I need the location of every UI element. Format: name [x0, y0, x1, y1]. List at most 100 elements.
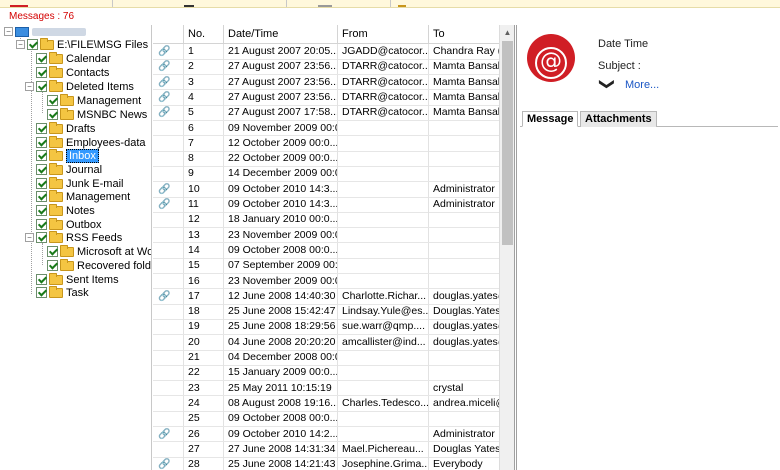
- cell-date: 08 August 2008 19:16...: [223, 395, 337, 411]
- column-attachment[interactable]: [153, 25, 183, 44]
- table-row[interactable]: 7 12 October 2009 00:0...: [153, 135, 499, 151]
- table-row[interactable]: 19 25 June 2008 18:29:56 sue.warr@qmp.... d…: [153, 319, 499, 335]
- table-row[interactable]: 25 09 October 2008 00:0...: [153, 411, 499, 427]
- checkbox-icon[interactable]: [47, 246, 58, 257]
- vertical-scrollbar[interactable]: ▲: [499, 25, 514, 470]
- cell-from: [337, 350, 428, 365]
- tree-item-notes[interactable]: Notes: [36, 203, 95, 217]
- table-row[interactable]: 8 22 October 2009 00:0...: [153, 151, 499, 167]
- checkbox-icon[interactable]: [36, 232, 47, 243]
- table-row[interactable]: 22 15 January 2009 00:0...: [153, 365, 499, 381]
- table-row[interactable]: 24 08 August 2008 19:16... Charles.Tedesco…: [153, 395, 499, 411]
- scroll-up-icon[interactable]: ▲: [500, 25, 514, 40]
- table-row[interactable]: 🔗 26 09 October 2010 14:2... Administrator: [153, 426, 499, 442]
- checkbox-icon[interactable]: [36, 67, 47, 78]
- table-row[interactable]: 🔗 5 27 August 2007 17:58... DTARR@catocor..…: [153, 105, 499, 121]
- cell-from: Charlotte.Richar...: [337, 288, 428, 304]
- tree-item-msnbc-news[interactable]: MSNBC News: [47, 107, 147, 121]
- table-row[interactable]: 14 09 October 2008 00:0...: [153, 242, 499, 258]
- toolbar-button[interactable]: [318, 0, 332, 7]
- table-row[interactable]: 🔗 28 25 June 2008 14:21:43 Josephine.Grima.…: [153, 457, 499, 470]
- checkbox-icon[interactable]: [36, 178, 47, 189]
- tree-item-task[interactable]: Task: [36, 285, 89, 299]
- table-row[interactable]: 18 25 June 2008 15:42:47 Lindsay.Yule@es..…: [153, 304, 499, 320]
- table-row[interactable]: 1623 November 2009 00:0...: [153, 273, 499, 289]
- collapse-icon[interactable]: −: [16, 40, 25, 49]
- column-from[interactable]: From: [337, 25, 428, 44]
- checkbox-icon[interactable]: [36, 164, 47, 175]
- tree-item-recovered-folder[interactable]: Recovered folder: [47, 258, 151, 272]
- cell-from: [337, 365, 428, 381]
- toolbar-button[interactable]: [398, 0, 406, 7]
- checkbox-icon[interactable]: [36, 123, 47, 134]
- tree-item-outbox[interactable]: Outbox: [36, 217, 101, 231]
- cell-from: DTARR@catocor...: [337, 105, 428, 121]
- checkbox-icon[interactable]: [36, 81, 47, 92]
- cell-to: [428, 212, 499, 228]
- table-row[interactable]: 🔗 4 27 August 2007 23:56... DTARR@catocor..…: [153, 89, 499, 105]
- tree-item-deleted-items[interactable]: − Deleted Items: [25, 79, 134, 93]
- chevron-down-icon[interactable]: ❯: [598, 75, 615, 93]
- collapse-icon[interactable]: −: [25, 82, 34, 91]
- checkbox-icon[interactable]: [27, 39, 38, 50]
- column-no[interactable]: No.: [183, 25, 223, 44]
- attachment-icon: 🔗: [158, 107, 171, 119]
- table-row[interactable]: 12 18 January 2010 00:0...: [153, 212, 499, 228]
- table-row[interactable]: 🔗 2 27 August 2007 23:56... DTARR@catocor..…: [153, 59, 499, 75]
- column-date[interactable]: Date/Time: [223, 25, 337, 44]
- column-to[interactable]: To: [428, 25, 499, 44]
- tab-attachments[interactable]: Attachments: [580, 111, 657, 127]
- scrollbar-thumb[interactable]: [502, 41, 513, 245]
- cell-from: [337, 380, 428, 396]
- table-row[interactable]: 2104 December 2008 00:0...: [153, 350, 499, 365]
- checkbox-icon[interactable]: [36, 219, 47, 230]
- tree-item-junk-email[interactable]: Junk E-mail: [36, 176, 123, 190]
- checkbox-icon[interactable]: [36, 150, 47, 161]
- table-row[interactable]: 🔗 17 12 June 2008 14:40:30 Charlotte.Richar…: [153, 288, 499, 304]
- checkbox-icon[interactable]: [36, 274, 47, 285]
- table-row[interactable]: 914 December 2009 00:0...: [153, 166, 499, 182]
- table-row[interactable]: 🔗 10 09 October 2010 14:3... Administrator: [153, 181, 499, 197]
- attachment-icon: [153, 258, 183, 273]
- tree-item-management[interactable]: Management: [36, 189, 130, 203]
- tab-message[interactable]: Message: [522, 111, 579, 127]
- table-row[interactable]: 20 04 June 2008 20:20:20 amcallister@ind..…: [153, 334, 499, 350]
- tree-item-label: Employees-data: [66, 136, 146, 149]
- tree-item-sent-items[interactable]: Sent Items: [36, 272, 119, 286]
- cell-no: 13: [183, 227, 223, 243]
- tree-item-employees-data[interactable]: Employees-data: [36, 135, 146, 149]
- computer-name: [32, 27, 86, 36]
- tree-item-management-sub[interactable]: Management: [47, 93, 141, 107]
- checkbox-icon[interactable]: [47, 95, 58, 106]
- checkbox-icon[interactable]: [36, 53, 47, 64]
- tree-file-node[interactable]: − E:\FILE\MSG Files: [16, 37, 148, 51]
- tree-item-journal[interactable]: Journal: [36, 162, 102, 176]
- checkbox-icon[interactable]: [36, 287, 47, 298]
- checkbox-icon[interactable]: [36, 137, 47, 148]
- table-row[interactable]: 27 27 June 2008 14:31:34 Mael.Pichereau...…: [153, 441, 499, 457]
- tree-item-inbox[interactable]: Inbox: [36, 148, 99, 163]
- toolbar-button[interactable]: [184, 0, 194, 7]
- collapse-icon[interactable]: −: [25, 233, 34, 242]
- attachment-icon: [153, 212, 183, 227]
- tree-item-calendar[interactable]: Calendar: [36, 51, 111, 65]
- table-row[interactable]: 609 November 2009 00:0...: [153, 120, 499, 136]
- checkbox-icon[interactable]: [47, 109, 58, 120]
- table-row[interactable]: 🔗 1 21 August 2007 20:05... JGADD@catocor..…: [153, 44, 499, 59]
- tree-item-microsoft-at-work[interactable]: Microsoft at Work: [47, 244, 151, 258]
- table-row[interactable]: 1323 November 2009 00:0...: [153, 227, 499, 243]
- more-link[interactable]: More...: [625, 79, 659, 91]
- toolbar-button[interactable]: [10, 0, 28, 7]
- checkbox-icon[interactable]: [36, 191, 47, 202]
- tree-item-rss-feeds[interactable]: − RSS Feeds: [25, 230, 122, 244]
- checkbox-icon[interactable]: [36, 205, 47, 216]
- tree-item-contacts[interactable]: Contacts: [36, 65, 109, 79]
- table-row[interactable]: 23 25 May 2011 10:15:19 crystal: [153, 380, 499, 396]
- collapse-icon[interactable]: −: [4, 27, 13, 36]
- table-row[interactable]: 🔗 11 09 October 2010 14:3... Administrator: [153, 197, 499, 212]
- table-row[interactable]: 1507 September 2009 00:0...: [153, 258, 499, 274]
- tree-root[interactable]: −: [4, 25, 86, 38]
- table-row[interactable]: 🔗 3 27 August 2007 23:56... DTARR@catocor..…: [153, 74, 499, 90]
- tree-item-drafts[interactable]: Drafts: [36, 121, 95, 135]
- checkbox-icon[interactable]: [47, 260, 58, 271]
